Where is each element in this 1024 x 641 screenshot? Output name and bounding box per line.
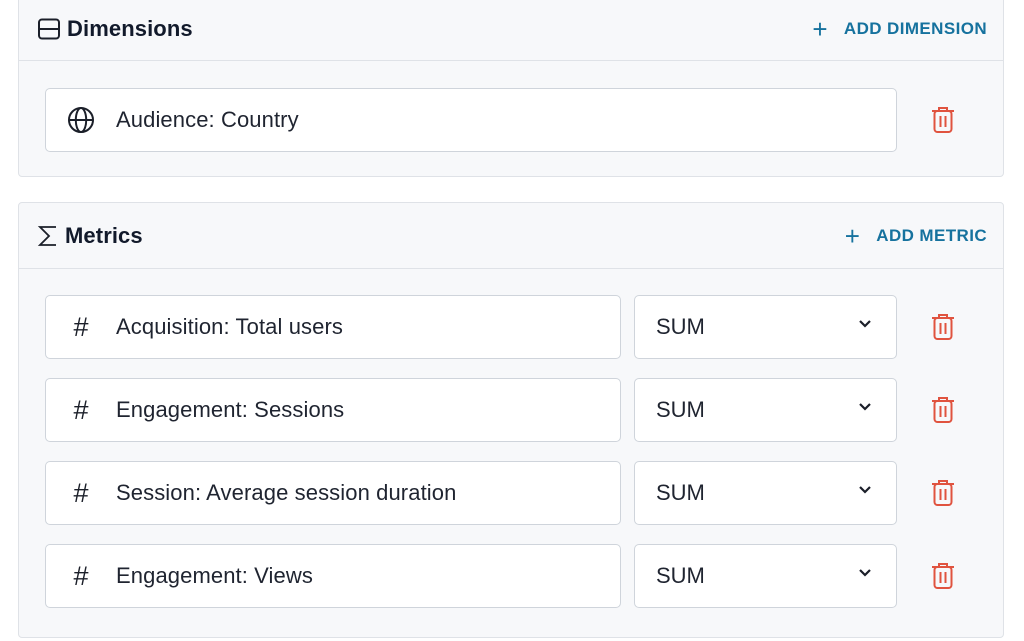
dimensions-title: Dimensions [37, 16, 193, 42]
globe-icon [46, 106, 116, 134]
dimensions-header: Dimensions + ADD DIMENSION [19, 0, 1003, 61]
plus-icon: + [812, 13, 828, 44]
metric-label: Engagement: Sessions [116, 397, 345, 422]
metrics-panel: Metrics + ADD METRIC # Acquisition: Tota… [18, 202, 1004, 638]
delete-metric-icon[interactable] [931, 396, 955, 424]
add-dimension-button[interactable]: + ADD DIMENSION [812, 16, 987, 42]
chevron-down-icon [859, 403, 871, 411]
dimension-icon [37, 17, 61, 41]
chevron-down-icon [859, 486, 871, 494]
aggregation-select[interactable]: SUM [634, 544, 897, 608]
aggregation-select[interactable]: SUM [634, 378, 897, 442]
metrics-title: Metrics [37, 223, 143, 249]
metric-field[interactable]: # Acquisition: Total users [45, 295, 621, 359]
hash-icon: # [73, 560, 89, 591]
delete-dimension-icon[interactable] [931, 106, 955, 134]
delete-metric-icon[interactable] [931, 313, 955, 341]
metrics-header: Metrics + ADD METRIC [19, 203, 1003, 269]
aggregation-select[interactable]: SUM [634, 461, 897, 525]
add-metric-label: ADD METRIC [876, 225, 987, 245]
dimensions-panel: Dimensions + ADD DIMENSION Audience: Cou… [18, 0, 1004, 177]
aggregation-value: SUM [656, 314, 705, 339]
dimensions-title-text: Dimensions [67, 15, 193, 41]
metric-field[interactable]: # Session: Average session duration [45, 461, 621, 525]
chevron-down-icon [859, 569, 871, 577]
sigma-icon [37, 224, 59, 248]
hash-icon: # [73, 477, 89, 508]
add-dimension-label: ADD DIMENSION [843, 18, 987, 38]
delete-metric-icon[interactable] [931, 562, 955, 590]
delete-metric-icon[interactable] [931, 479, 955, 507]
aggregation-value: SUM [656, 397, 705, 422]
add-metric-button[interactable]: + ADD METRIC [845, 223, 987, 249]
aggregation-value: SUM [656, 563, 705, 588]
metric-label: Acquisition: Total users [116, 314, 343, 339]
hash-icon: # [73, 311, 89, 342]
plus-icon: + [844, 220, 861, 251]
hash-icon: # [73, 394, 89, 425]
metric-label: Session: Average session duration [116, 480, 457, 505]
metric-field[interactable]: # Engagement: Views [45, 544, 621, 608]
dimension-field[interactable]: Audience: Country [45, 88, 897, 152]
chevron-down-icon [859, 320, 871, 328]
dimension-label: Audience: Country [116, 107, 299, 132]
metric-label: Engagement: Views [116, 563, 313, 588]
aggregation-value: SUM [656, 480, 705, 505]
metrics-title-text: Metrics [65, 222, 143, 248]
metric-field[interactable]: # Engagement: Sessions [45, 378, 621, 442]
aggregation-select[interactable]: SUM [634, 295, 897, 359]
